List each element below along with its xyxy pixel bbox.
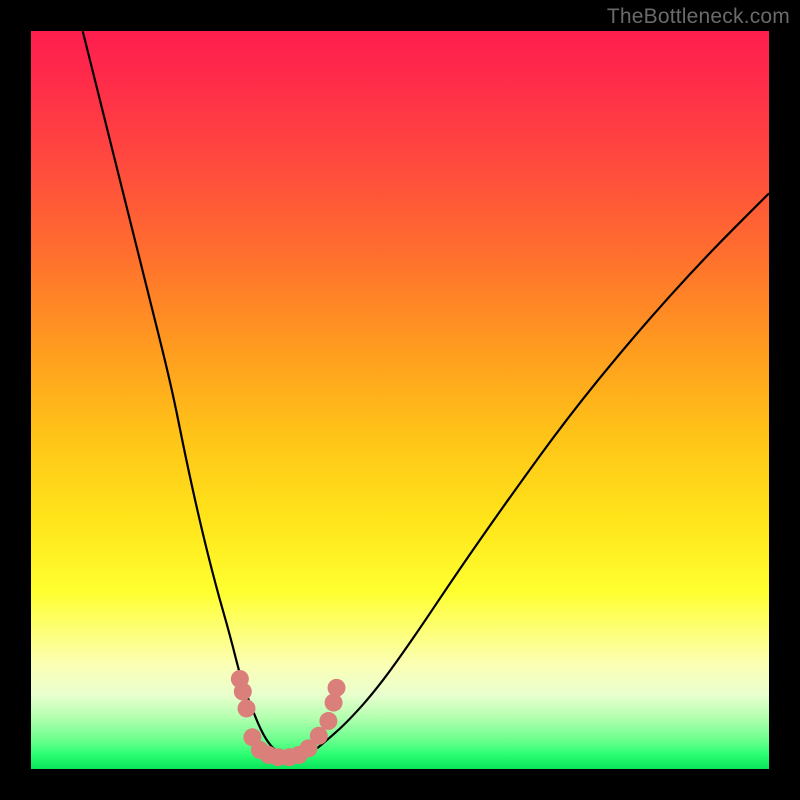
highlight-point xyxy=(310,727,328,745)
plot-area xyxy=(31,31,769,769)
chart-svg xyxy=(31,31,769,769)
highlight-point xyxy=(319,712,337,730)
bottleneck-curve xyxy=(83,31,769,757)
highlight-point xyxy=(234,683,252,701)
watermark-text: TheBottleneck.com xyxy=(607,5,790,29)
chart-frame: TheBottleneck.com xyxy=(0,0,800,800)
highlight-markers xyxy=(231,670,346,766)
highlight-point xyxy=(238,699,256,717)
highlight-point xyxy=(328,679,346,697)
bottleneck-curve-path xyxy=(83,31,769,757)
